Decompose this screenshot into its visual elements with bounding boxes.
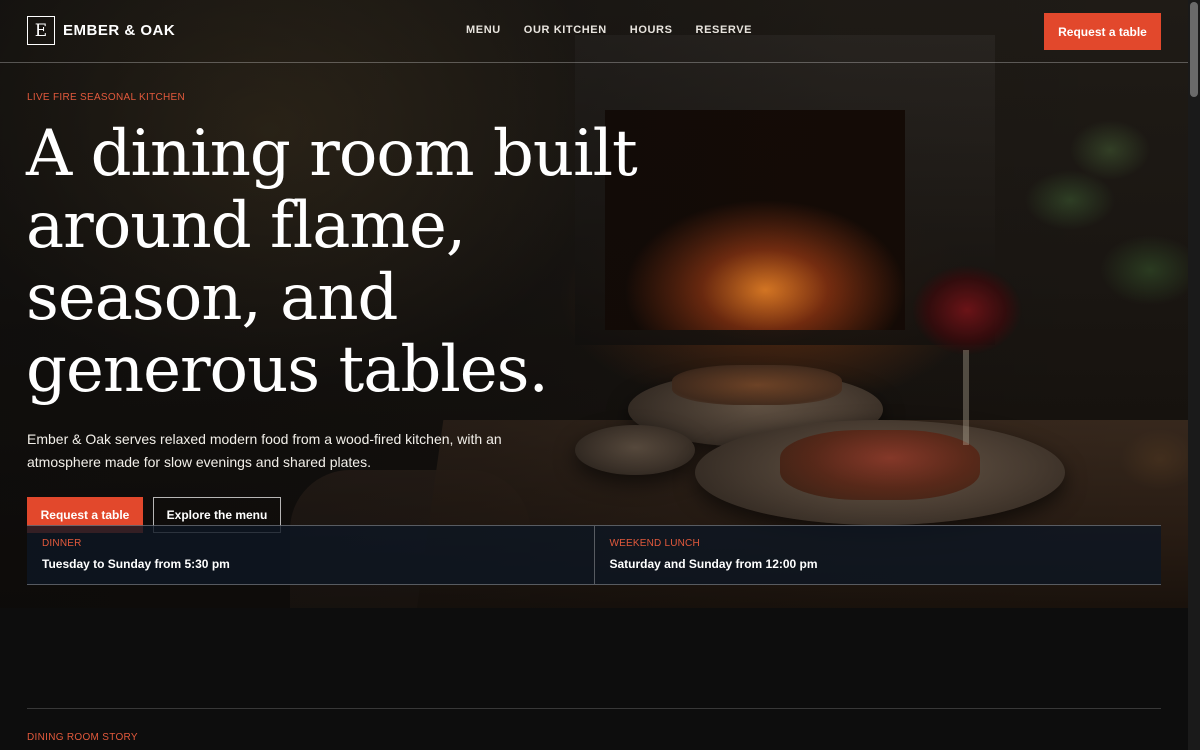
story-eyebrow: DINING ROOM STORY xyxy=(27,732,138,743)
nav-item-hours[interactable]: HOURS xyxy=(630,24,673,36)
hero-eyebrow: LIVE FIRE SEASONAL KITCHEN xyxy=(27,92,186,103)
nav-item-our-kitchen[interactable]: OUR KITCHEN xyxy=(524,24,607,36)
logo-mark[interactable]: E xyxy=(27,16,55,45)
hours-dinner-value: Tuesday to Sunday from 5:30 pm xyxy=(42,557,230,571)
hero-intro: Ember & Oak serves relaxed modern food f… xyxy=(27,431,502,470)
hours-dinner: DINNER Tuesday to Sunday from 5:30 pm xyxy=(27,526,594,584)
main-nav: MENU OUR KITCHEN HOURS RESERVE xyxy=(466,24,752,36)
scrollbar-track[interactable] xyxy=(1188,0,1200,750)
nav-item-menu[interactable]: MENU xyxy=(466,24,501,36)
nav-item-reserve[interactable]: RESERVE xyxy=(696,24,753,36)
section-divider xyxy=(27,708,1161,709)
hours-weekend-lunch: WEEKEND LUNCH Saturday and Sunday from 1… xyxy=(593,526,1162,584)
scrollbar-thumb[interactable] xyxy=(1190,2,1198,97)
hours-weekend-lunch-value: Saturday and Sunday from 12:00 pm xyxy=(609,557,818,571)
logo-text[interactable]: EMBER & OAK xyxy=(63,22,175,39)
hours-dinner-label: DINNER xyxy=(42,538,82,549)
site-header: E EMBER & OAK MENU OUR KITCHEN HOURS RES… xyxy=(0,0,1200,63)
hero-headline: A dining room built around flame, season… xyxy=(26,117,638,407)
header-request-table-button[interactable]: Request a table xyxy=(1044,13,1161,50)
hours-weekend-lunch-label: WEEKEND LUNCH xyxy=(609,538,700,549)
hours-strip: DINNER Tuesday to Sunday from 5:30 pm WE… xyxy=(27,525,1161,585)
